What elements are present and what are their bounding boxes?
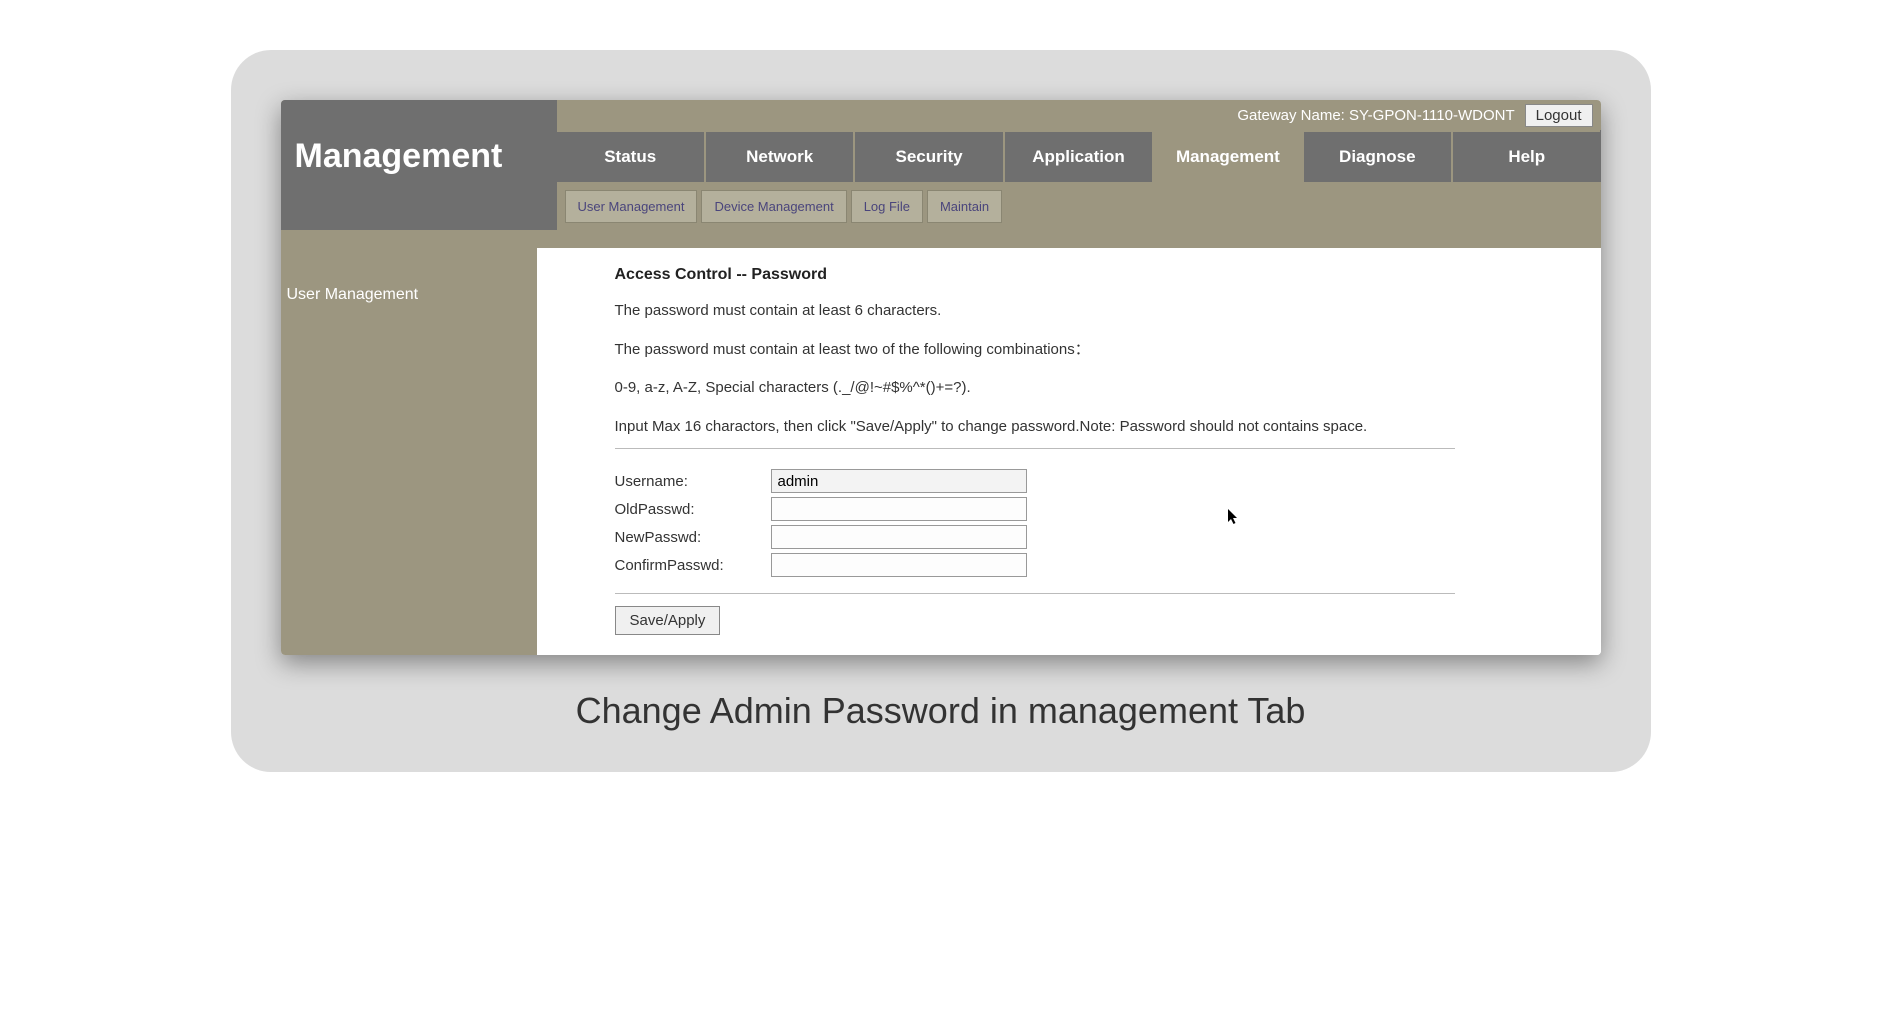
subnav-maintain[interactable]: Maintain bbox=[927, 190, 1002, 223]
header-left-spacer bbox=[281, 100, 557, 130]
form-divider bbox=[615, 593, 1455, 594]
subnav-user-management[interactable]: User Management bbox=[565, 190, 698, 223]
oldpasswd-label: OldPasswd: bbox=[615, 501, 771, 518]
row-confirmpasswd: ConfirmPasswd: bbox=[615, 551, 1455, 579]
row-oldpasswd: OldPasswd: bbox=[615, 495, 1455, 523]
confirmpasswd-label: ConfirmPasswd: bbox=[615, 557, 771, 574]
nav-diagnose[interactable]: Diagnose bbox=[1304, 130, 1453, 182]
header-right: Gateway Name: SY-GPON-1110-WDONT Logout bbox=[557, 104, 1601, 127]
gateway-name-label: Gateway Name: SY-GPON-1110-WDONT bbox=[1237, 107, 1514, 124]
password-form: Username: OldPasswd: NewPasswd: ConfirmP… bbox=[615, 467, 1455, 579]
spacer-row bbox=[281, 230, 1601, 248]
top-header: Gateway Name: SY-GPON-1110-WDONT Logout bbox=[281, 100, 1601, 130]
main-nav: Status Network Security Application Mana… bbox=[557, 130, 1601, 182]
desc-line-1: The password must contain at least 6 cha… bbox=[615, 300, 1601, 323]
main-nav-row: Management Status Network Security Appli… bbox=[281, 130, 1601, 182]
save-apply-button[interactable]: Save/Apply bbox=[615, 606, 721, 635]
spacer-left bbox=[281, 230, 557, 248]
section-title: Access Control -- Password bbox=[615, 266, 1601, 284]
page-title: Management bbox=[281, 130, 557, 182]
content-row: User Management Access Control -- Passwo… bbox=[281, 248, 1601, 655]
confirmpasswd-input[interactable] bbox=[771, 553, 1027, 577]
username-input[interactable] bbox=[771, 469, 1027, 493]
figure-caption: Change Admin Password in management Tab bbox=[281, 690, 1601, 732]
sidebar: User Management bbox=[281, 248, 537, 655]
sub-nav-row: User Management Device Management Log Fi… bbox=[281, 182, 1601, 230]
desc-line-2: The password must contain at least two o… bbox=[615, 339, 1601, 362]
row-newpasswd: NewPasswd: bbox=[615, 523, 1455, 551]
router-admin-window: Gateway Name: SY-GPON-1110-WDONT Logout … bbox=[281, 100, 1601, 655]
desc-line-3: 0-9, a-z, A-Z, Special characters (._/@!… bbox=[615, 377, 1601, 400]
desc-line-4: Input Max 16 charactors, then click "Sav… bbox=[615, 416, 1455, 450]
nav-security[interactable]: Security bbox=[855, 130, 1004, 182]
newpasswd-input[interactable] bbox=[771, 525, 1027, 549]
subnav-log-file[interactable]: Log File bbox=[851, 190, 923, 223]
sidebar-item-user-management[interactable]: User Management bbox=[281, 276, 537, 314]
nav-help[interactable]: Help bbox=[1453, 130, 1600, 182]
nav-management[interactable]: Management bbox=[1154, 130, 1303, 182]
newpasswd-label: NewPasswd: bbox=[615, 529, 771, 546]
username-label: Username: bbox=[615, 473, 771, 490]
nav-status[interactable]: Status bbox=[557, 130, 706, 182]
subnav-device-management[interactable]: Device Management bbox=[701, 190, 846, 223]
oldpasswd-input[interactable] bbox=[771, 497, 1027, 521]
logout-button[interactable]: Logout bbox=[1525, 104, 1593, 127]
nav-network[interactable]: Network bbox=[706, 130, 855, 182]
sub-nav-left-spacer bbox=[281, 182, 557, 230]
sub-nav: User Management Device Management Log Fi… bbox=[557, 182, 1011, 230]
main-content: Access Control -- Password The password … bbox=[537, 248, 1601, 655]
outer-card: Gateway Name: SY-GPON-1110-WDONT Logout … bbox=[231, 50, 1651, 772]
nav-application[interactable]: Application bbox=[1005, 130, 1154, 182]
row-username: Username: bbox=[615, 467, 1455, 495]
